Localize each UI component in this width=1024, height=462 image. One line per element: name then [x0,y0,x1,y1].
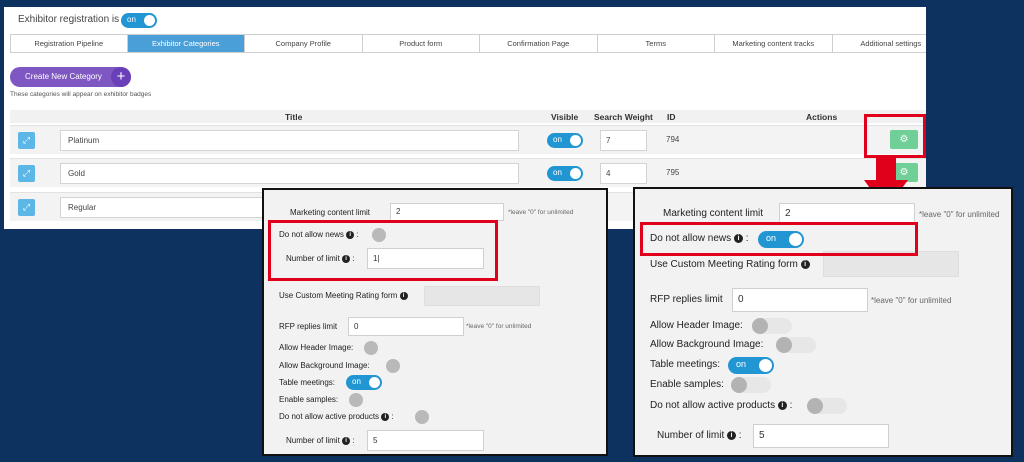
tab-additional-settings[interactable]: Additional settings [833,35,927,52]
drag-handle-icon[interactable]: ⤢ [18,199,35,216]
active-products-toggle[interactable] [415,410,429,424]
marketing-limit-label: Marketing content limit [663,208,764,219]
marketing-limit-note: *leave "0" for unlimited [508,209,574,216]
tab-terms[interactable]: Terms [598,35,715,52]
table-row: ⤢ Platinum on 7 794 ⚙ [10,125,926,154]
plus-icon: + [111,67,131,87]
number-of-limit-input[interactable]: 5 [367,430,484,451]
tab-company-profile[interactable]: Company Profile [245,35,363,52]
background-image-label: Allow Background Image: [279,361,370,370]
column-search-weight: Search Weight [594,112,653,122]
toggle-knob [570,135,581,146]
column-id: ID [667,112,676,122]
background-image-toggle[interactable] [776,337,816,353]
drag-handle-icon[interactable]: ⤢ [18,132,35,149]
rfp-limit-note: *leave "0" for unlimited [871,296,952,305]
visible-toggle-label: on [553,168,562,177]
info-icon: i [777,400,787,410]
category-id: 795 [666,168,680,177]
custom-rating-label: Use Custom Meeting Rating form i [279,291,408,300]
marketing-limit-label: Marketing content limit [290,208,371,217]
toggle-knob [144,15,155,26]
category-title-input[interactable]: Gold [60,163,519,184]
enable-samples-toggle[interactable] [731,377,771,393]
create-category-button[interactable]: Create New Category + [10,67,131,87]
tab-registration-pipeline[interactable]: Registration Pipeline [10,35,128,52]
background-image-toggle[interactable] [386,359,400,373]
tab-exhibitor-categories[interactable]: Exhibitor Categories [127,35,245,52]
tab-marketing-content-tracks[interactable]: Marketing content tracks [715,35,833,52]
registration-toggle-label: on [127,15,136,24]
column-visible: Visible [551,112,579,122]
rfp-limit-input[interactable]: 0 [348,317,464,336]
enable-samples-toggle[interactable] [349,393,363,407]
header-image-label: Allow Header Image: [650,320,743,331]
create-category-label: Create New Category [25,72,102,81]
table-header: Title Visible Search Weight ID Actions [10,110,926,123]
drag-handle-icon[interactable]: ⤢ [18,165,35,182]
toggle-knob [752,318,768,334]
header-image-label: Allow Header Image: [279,343,354,352]
marketing-limit-input[interactable]: 2 [779,203,915,224]
registration-toggle[interactable]: on [121,13,157,28]
toggle-knob [369,377,380,388]
active-products-toggle[interactable] [807,398,847,414]
table-row: ⤢ Gold on 4 795 ⚙ [10,158,926,187]
categories-hint: These categories will appear on exhibito… [10,91,152,98]
category-title-input[interactable]: Platinum [60,130,519,151]
table-meetings-toggle[interactable]: on [728,357,774,374]
enable-samples-label: Enable samples: [279,395,339,404]
info-icon: i [342,436,351,445]
number-of-limit-input[interactable]: 5 [753,424,889,448]
background-image-label: Allow Background Image: [650,339,764,350]
rfp-limit-label: RFP replies limit [279,322,338,331]
column-actions: Actions [806,112,838,122]
table-meetings-toggle-label: on [736,359,747,369]
number-of-limit-label: Number of limit i : [286,436,355,445]
table-meetings-toggle-label: on [352,377,361,386]
rfp-limit-label: RFP replies limit [650,294,723,305]
table-meetings-label: Table meetings: [279,378,336,387]
table-meetings-label: Table meetings: [650,359,721,370]
marketing-limit-note: *leave "0" for unlimited [919,210,1000,219]
toggle-knob [570,168,581,179]
info-icon: i [399,291,408,300]
custom-rating-select[interactable] [424,286,540,306]
active-products-label: Do not allow active products i : [650,400,793,411]
info-icon: i [727,430,737,440]
toggle-knob [759,359,772,372]
search-weight-input[interactable]: 7 [600,130,647,151]
rfp-limit-input[interactable]: 0 [732,288,868,312]
active-products-label: Do not allow active products i : [279,412,394,421]
toggle-knob [807,398,823,414]
info-icon: i [381,412,390,421]
tab-product-form[interactable]: Product form [363,35,480,52]
enable-samples-label: Enable samples: [650,379,724,390]
category-id: 794 [666,135,680,144]
custom-rating-label: Use Custom Meeting Rating form i [650,259,810,270]
visible-toggle[interactable]: on [547,166,583,181]
no-news-highlight-box [640,222,918,256]
header-image-toggle[interactable] [752,318,792,334]
visible-toggle-label: on [553,135,562,144]
info-icon: i [800,259,810,269]
number-of-limit-label: Number of limit i : [657,430,742,441]
tab-confirmation-page[interactable]: Confirmation Page [480,35,598,52]
rfp-limit-note: *leave "0" for unlimited [466,323,532,330]
no-news-highlight-box [268,220,498,281]
marketing-limit-input[interactable]: 2 [390,203,504,221]
search-weight-input[interactable]: 4 [600,163,647,184]
visible-toggle[interactable]: on [547,133,583,148]
toggle-knob [776,337,792,353]
header-image-toggle[interactable] [364,341,378,355]
table-meetings-toggle[interactable]: on [346,375,382,390]
settings-tabs: Registration Pipeline Exhibitor Categori… [10,34,926,53]
column-title: Title [285,112,303,122]
registration-status-label: Exhibitor registration is [18,14,120,25]
gear-highlight-box [864,114,926,158]
toggle-knob [731,377,747,393]
